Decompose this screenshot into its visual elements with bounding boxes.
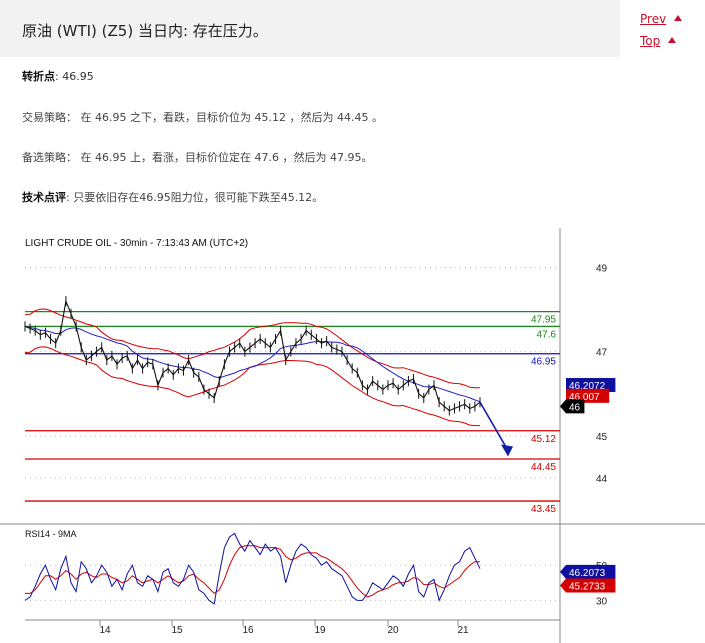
rsi-badge-label: 45.2733 [569, 582, 606, 593]
rsi-label: RSI14 - 9MA [25, 529, 77, 539]
projection-arrow [479, 401, 509, 451]
level-label: 47.95 [531, 315, 556, 326]
x-tick-label: 19 [314, 625, 326, 636]
page-title: 原油 (WTI) (Z5) 当日内: 存在压力。 [22, 22, 268, 40]
arrow-up-icon [674, 15, 683, 21]
arrow-up-icon [668, 37, 677, 43]
level-label: 44.45 [531, 462, 556, 473]
rsi-badge-label: 46.2073 [569, 568, 606, 579]
prev-link[interactable]: Prev [640, 12, 683, 26]
price-tick-label: 44 [596, 474, 608, 485]
pivot-label: 转折点 [22, 70, 55, 83]
prev-link-label[interactable]: Prev [640, 12, 666, 26]
chart-svg: LIGHT CRUDE OIL - 30min - 7:13:43 AM (UT… [0, 228, 705, 643]
level-label: 43.45 [531, 504, 556, 515]
level-label: 46.95 [531, 357, 556, 368]
header-bar: 原油 (WTI) (Z5) 当日内: 存在压力。 [0, 0, 620, 57]
price-tick-label: 47 [596, 348, 608, 359]
rsi-ma-line [25, 545, 480, 598]
comment-label: 技术点评 [22, 191, 66, 204]
alt-strategy-text: ： 在 46.95 上，看涨，目标价位定在 47.6 ，然后为 47.95。 [66, 151, 373, 164]
rsi-tick-label: 30 [596, 596, 608, 607]
price-tick-label: 49 [596, 263, 608, 274]
price-badge-label: 46 [569, 402, 581, 413]
strategy-line: 交易策略： 在 46.95 之下，看跌，目标价位为 45.12 ，然后为 44.… [22, 109, 383, 125]
alt-strategy-label: 备选策略 [22, 151, 66, 164]
x-tick-label: 15 [171, 625, 183, 636]
comment-text: : 只要依旧存在46.95阻力位，很可能下跌至45.12。 [66, 191, 324, 204]
x-tick-label: 20 [387, 625, 399, 636]
alt-strategy-line: 备选策略： 在 46.95 上，看涨，目标价位定在 47.6 ，然后为 47.9… [22, 149, 372, 165]
x-tick-label: 21 [457, 625, 469, 636]
price-chart: LIGHT CRUDE OIL - 30min - 7:13:43 AM (UT… [0, 228, 705, 643]
level-label: 45.12 [531, 434, 556, 445]
top-link[interactable]: Top [640, 34, 677, 48]
price-line [24, 299, 481, 412]
strategy-label: 交易策略 [22, 111, 66, 124]
nav-links: Prev Top [620, 0, 705, 57]
top-link-label[interactable]: Top [640, 34, 660, 48]
upper-band [24, 308, 480, 389]
level-label: 47.6 [537, 329, 557, 340]
price-tick-label: 45 [596, 432, 608, 443]
x-tick-label: 14 [99, 625, 111, 636]
strategy-text: ： 在 46.95 之下，看跌，目标价位为 45.12 ，然后为 44.45 。 [66, 111, 383, 124]
comment-line: 技术点评: 只要依旧存在46.95阻力位，很可能下跌至45.12。 [22, 189, 323, 205]
x-tick-label: 16 [242, 625, 254, 636]
chart-title: LIGHT CRUDE OIL - 30min - 7:13:43 AM (UT… [25, 238, 248, 249]
arrow-down-icon [501, 444, 513, 457]
rsi-line [24, 532, 481, 605]
pivot-line: 转折点: 46.95 [22, 68, 94, 84]
pivot-value: : 46.95 [55, 70, 94, 83]
lower-band [24, 346, 480, 427]
